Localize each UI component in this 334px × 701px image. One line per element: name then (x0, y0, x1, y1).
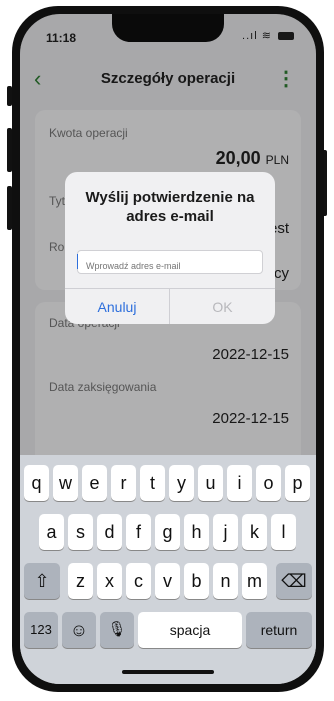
screen: 11:18 ..ıl ≋ ‹ Szczegóły operacji ⋮ Kwot… (20, 14, 316, 684)
numbers-key[interactable]: 123 (24, 612, 58, 648)
key-s[interactable]: s (68, 514, 93, 550)
key-a[interactable]: a (39, 514, 64, 550)
key-b[interactable]: b (184, 563, 209, 599)
key-c[interactable]: c (126, 563, 151, 599)
emoji-key[interactable]: ☺ (62, 612, 96, 648)
key-k[interactable]: k (242, 514, 267, 550)
shift-key[interactable]: ⇧ (24, 563, 60, 599)
key-w[interactable]: w (53, 465, 78, 501)
key-r[interactable]: r (111, 465, 136, 501)
key-f[interactable]: f (126, 514, 151, 550)
key-i[interactable]: i (227, 465, 252, 501)
email-confirmation-dialog: Wyślij potwierdzenie na adres e-mail Anu… (65, 172, 275, 324)
keyboard: q w e r t y u i o p a s d f g h j k l ⇧ … (20, 455, 316, 684)
key-q[interactable]: q (24, 465, 49, 501)
ok-button[interactable]: OK (170, 288, 275, 324)
key-t[interactable]: t (140, 465, 165, 501)
key-o[interactable]: o (256, 465, 281, 501)
return-key[interactable]: return (246, 612, 312, 648)
key-e[interactable]: e (82, 465, 107, 501)
microphone-key[interactable]: 🎙 (100, 612, 134, 648)
key-p[interactable]: p (285, 465, 310, 501)
key-x[interactable]: x (97, 563, 122, 599)
space-key[interactable]: spacja (138, 612, 242, 648)
dialog-title: Wyślij potwierdzenie na adres e-mail (85, 189, 255, 225)
key-z[interactable]: z (68, 563, 93, 599)
phone-frame: 11:18 ..ıl ≋ ‹ Szczegóły operacji ⋮ Kwot… (12, 6, 324, 692)
key-v[interactable]: v (155, 563, 180, 599)
backspace-key[interactable]: ⌫ (276, 563, 312, 599)
email-input[interactable] (77, 250, 263, 274)
cancel-button[interactable]: Anuluj (65, 288, 170, 324)
key-g[interactable]: g (155, 514, 180, 550)
key-d[interactable]: d (97, 514, 122, 550)
key-m[interactable]: m (242, 563, 267, 599)
key-n[interactable]: n (213, 563, 238, 599)
key-y[interactable]: y (169, 465, 194, 501)
key-h[interactable]: h (184, 514, 209, 550)
key-u[interactable]: u (198, 465, 223, 501)
home-indicator (122, 670, 214, 674)
text-caret (77, 254, 78, 269)
key-l[interactable]: l (271, 514, 296, 550)
key-j[interactable]: j (213, 514, 238, 550)
